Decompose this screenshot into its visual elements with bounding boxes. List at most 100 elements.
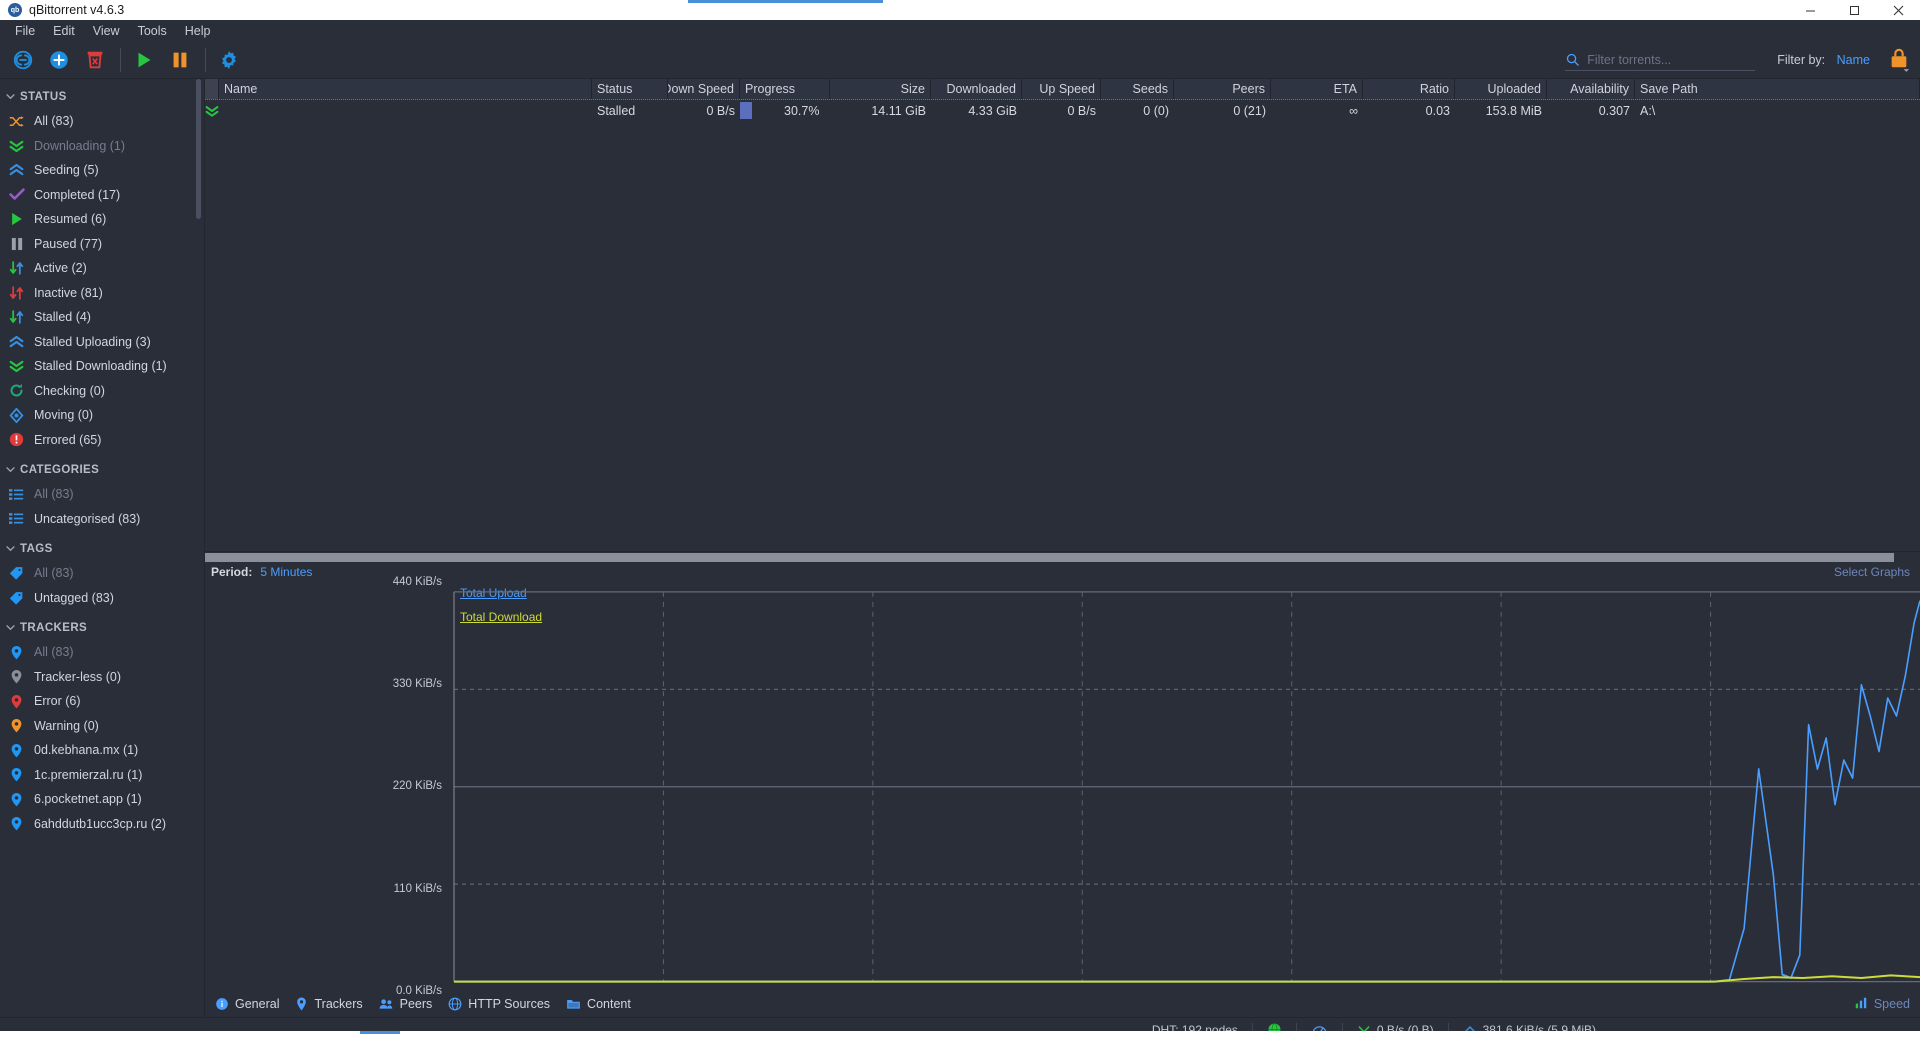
search-input[interactable] [1587, 52, 1756, 67]
tab-content[interactable]: Content [562, 992, 643, 1016]
column-header-save-path[interactable]: Save Path [1635, 79, 1920, 99]
filter-by-value[interactable]: Name [1837, 53, 1870, 67]
column-header-uploaded[interactable]: Uploaded [1455, 79, 1547, 99]
cell-save-path: A:\ [1640, 103, 1656, 118]
menu-item-edit[interactable]: Edit [44, 22, 84, 40]
preferences-button[interactable] [212, 45, 246, 75]
menu-item-help[interactable]: Help [176, 22, 220, 40]
sidebar-item-inactive-81[interactable]: Inactive (81) [0, 281, 204, 306]
sidebar-item-tracker-less-0[interactable]: Tracker-less (0) [0, 665, 204, 690]
maximize-button[interactable] [1832, 0, 1876, 20]
sidebar-item-stalled-uploading-3[interactable]: Stalled Uploading (3) [0, 330, 204, 355]
column-header-name[interactable]: Name [219, 79, 592, 99]
sidebar-item-1c-premierzal-ru-1[interactable]: 1c.premierzal.ru (1) [0, 763, 204, 788]
column-header-peers[interactable]: Peers [1174, 79, 1271, 99]
sidebar-item-0d-kebhana-mx-1[interactable]: 0d.kebhana.mx (1) [0, 738, 204, 763]
column-header-seeds[interactable]: Seeds [1101, 79, 1174, 99]
sidebar-group-status[interactable]: STATUS [0, 85, 204, 109]
sidebar-item-label: 6ahddutb1ucc3cp.ru (2) [34, 816, 167, 831]
sidebar-item-paused-77[interactable]: Paused (77) [0, 232, 204, 257]
minimize-button[interactable] [1788, 0, 1832, 20]
table-row[interactable]: Stalled 0 B/s 30.7% 14.11 GiB 4.33 GiB 0 B/s… [205, 100, 1920, 121]
tab-speed[interactable]: Speed [1854, 996, 1920, 1013]
sidebar-group-categories[interactable]: CATEGORIES [0, 458, 204, 482]
column-header-progress[interactable]: Progress [740, 79, 830, 99]
sidebar-item-stalled-downloading-1[interactable]: Stalled Downloading (1) [0, 354, 204, 379]
taskbar-accent [360, 1031, 400, 1034]
sidebar-group-trackers[interactable]: TRACKERS [0, 616, 204, 640]
titlebar-tab-accent [688, 0, 883, 3]
sidebar-item-all-83[interactable]: All (83) [0, 482, 204, 507]
up-down-arrows-icon [8, 309, 25, 325]
select-graphs-link[interactable]: Select Graphs [1834, 565, 1910, 579]
sidebar-item-downloading-1[interactable]: Downloading (1) [0, 134, 204, 159]
pin-icon [8, 693, 25, 709]
column-header-down-speed[interactable]: Down Speed [668, 79, 740, 99]
double-chevron-down-icon [8, 138, 25, 154]
pin-icon [8, 767, 25, 783]
sidebar-item-active-2[interactable]: Active (2) [0, 256, 204, 281]
sidebar-group-tags[interactable]: TAGS [0, 537, 204, 561]
cell-uploaded: 153.8 MiB [1485, 103, 1542, 118]
column-header-ratio[interactable]: Ratio [1363, 79, 1455, 99]
sidebar-item-completed-17[interactable]: Completed (17) [0, 183, 204, 208]
speed-chart [453, 590, 1920, 983]
sidebar-item-checking-0[interactable]: Checking (0) [0, 379, 204, 404]
table-corner-grip[interactable] [205, 79, 219, 99]
sidebar-item-errored-65[interactable]: Errored (65) [0, 428, 204, 453]
folder-icon [566, 997, 581, 1011]
sidebar-item-all-83[interactable]: All (83) [0, 561, 204, 586]
plus-circle-icon [50, 51, 68, 69]
sidebar-item-6-pocketnet-app-1[interactable]: 6.pocketnet.app (1) [0, 787, 204, 812]
toolbar-separator-1 [120, 48, 121, 72]
sidebar-item-seeding-5[interactable]: Seeding (5) [0, 158, 204, 183]
sidebar-item-label: Stalled (4) [34, 310, 91, 325]
sidebar-item-all-83[interactable]: All (83) [0, 640, 204, 665]
delete-button[interactable] [78, 45, 112, 75]
sidebar-item-resumed-6[interactable]: Resumed (6) [0, 207, 204, 232]
lock-icon [1891, 48, 1910, 72]
content-pane: Name Status Down Speed Progress Size Download… [205, 79, 1920, 1017]
sidebar-item-moving-0[interactable]: Moving (0) [0, 403, 204, 428]
window-controls [1788, 0, 1920, 20]
pin-icon [8, 718, 25, 734]
sidebar: STATUS All (83) Downloading (1) Seeding … [0, 79, 205, 1017]
sidebar-item-stalled-4[interactable]: Stalled (4) [0, 305, 204, 330]
add-torrent-link-button[interactable] [6, 45, 40, 75]
tab-speed-label: Speed [1873, 997, 1910, 1011]
toolbar-right-group: Filter by: Name [1565, 46, 1920, 75]
sidebar-item-warning-0[interactable]: Warning (0) [0, 714, 204, 739]
sidebar-item-all-83[interactable]: All (83) [0, 109, 204, 134]
lock-button[interactable] [1888, 46, 1910, 75]
pause-button[interactable] [163, 45, 197, 75]
graph-plot-area: 0.0 KiB/s 110 KiB/s 220 KiB/s 330 KiB/s 440 … [205, 576, 1920, 997]
menu-item-tools[interactable]: Tools [129, 22, 176, 40]
torrent-table-hscrollbar[interactable] [205, 550, 1920, 562]
scrollbar-thumb[interactable] [205, 552, 1895, 562]
column-header-size[interactable]: Size [830, 79, 931, 99]
sidebar-item-error-6[interactable]: Error (6) [0, 689, 204, 714]
resume-button[interactable] [127, 45, 161, 75]
column-header-status[interactable]: Status [592, 79, 668, 99]
tab-http-sources[interactable]: HTTP Sources [444, 992, 562, 1016]
column-header-eta[interactable]: ETA [1271, 79, 1363, 99]
pin-icon [8, 742, 25, 758]
column-header-up-speed[interactable]: Up Speed [1022, 79, 1101, 99]
tab-http-sources-label: HTTP Sources [468, 997, 551, 1011]
sidebar-item-untagged-83[interactable]: Untagged (83) [0, 586, 204, 611]
sidebar-item-6ahddutb1ucc3cp-ru-2[interactable]: 6ahddutb1ucc3cp.ru (2) [0, 812, 204, 837]
menu-item-file[interactable]: File [6, 22, 44, 40]
chevron-down-icon [6, 92, 20, 102]
sidebar-item-label: Error (6) [34, 694, 81, 709]
column-header-availability[interactable]: Availability [1547, 79, 1635, 99]
search-box[interactable] [1565, 49, 1756, 71]
sidebar-item-uncategorised-83[interactable]: Uncategorised (83) [0, 507, 204, 532]
add-torrent-file-button[interactable] [42, 45, 76, 75]
sidebar-item-label: Inactive (81) [34, 285, 103, 300]
close-button[interactable] [1876, 0, 1920, 20]
series-line-total-upload [454, 599, 1920, 983]
column-header-downloaded[interactable]: Downloaded [931, 79, 1022, 99]
menu-item-view[interactable]: View [84, 22, 129, 40]
torrent-table-body: Stalled 0 B/s 30.7% 14.11 GiB 4.33 GiB 0 B/s… [205, 100, 1920, 121]
sidebar-scrollbar[interactable] [196, 79, 201, 219]
